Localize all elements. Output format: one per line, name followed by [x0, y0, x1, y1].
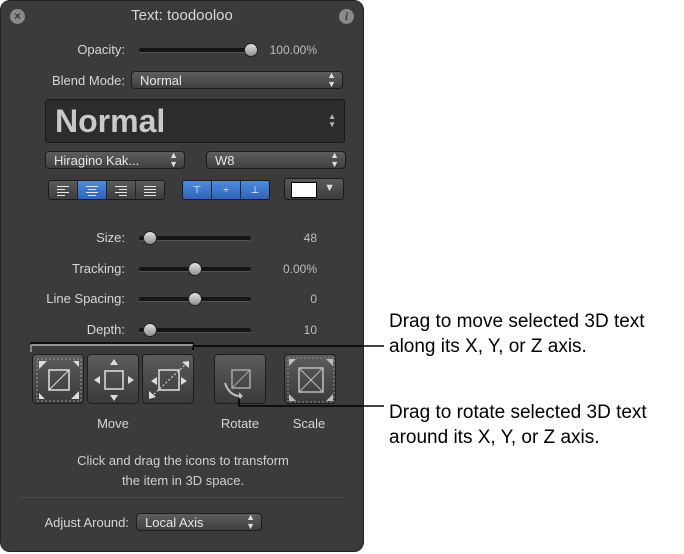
move-callout: Drag to move selected 3D text along its …	[389, 309, 645, 359]
callout-lines	[30, 342, 384, 407]
move-callout-line-2: along its X, Y, or Z axis.	[389, 336, 587, 357]
move-callout-line-1: Drag to move selected 3D text	[389, 311, 645, 332]
rotate-callout: Drag to rotate selected 3D text around i…	[389, 400, 647, 450]
rotate-callout-line-1: Drag to rotate selected 3D text	[389, 402, 647, 423]
rotate-callout-line-2: around its X, Y, or Z axis.	[389, 427, 600, 448]
